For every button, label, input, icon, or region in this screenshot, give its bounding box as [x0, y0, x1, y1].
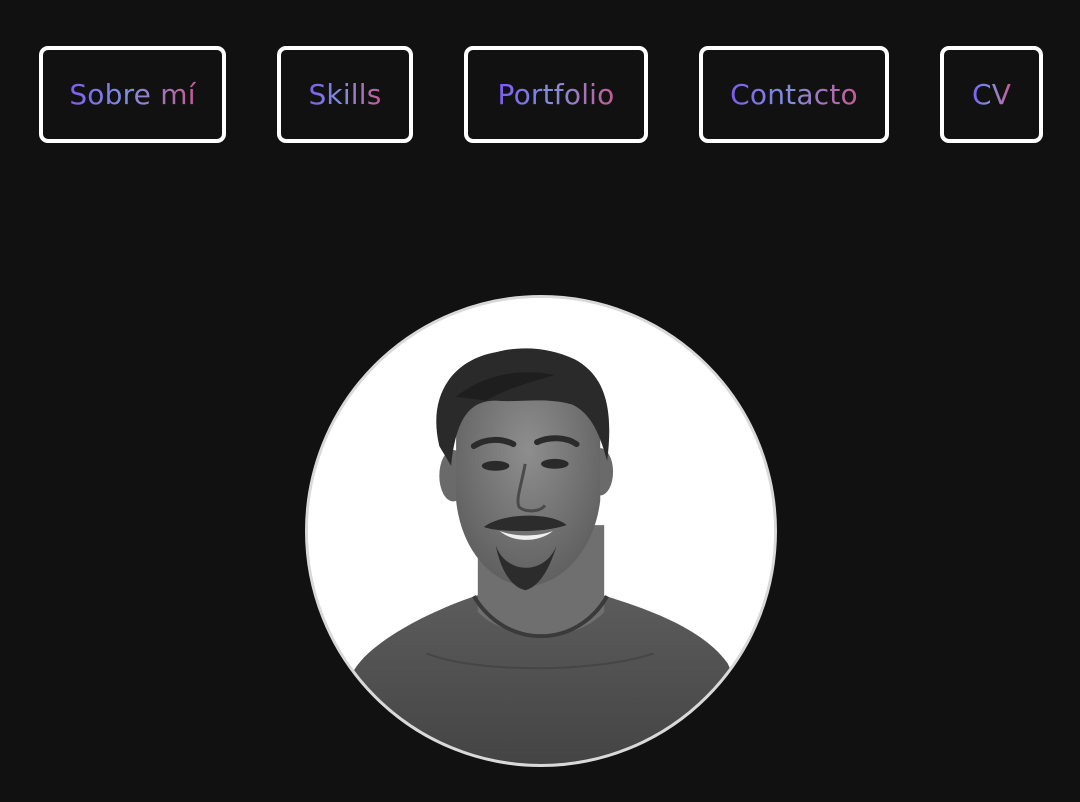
- nav-label-portfolio: Portfolio: [497, 77, 615, 111]
- top-navigation: Sobre mí Skills Portfolio Contacto CV: [0, 0, 1080, 190]
- nav-button-sobre-mi[interactable]: Sobre mí: [39, 46, 226, 143]
- nav-label-contacto: Contacto: [730, 77, 858, 111]
- nav-button-cv[interactable]: CV: [940, 46, 1043, 143]
- nav-button-portfolio[interactable]: Portfolio: [464, 46, 648, 143]
- profile-avatar: [305, 295, 777, 767]
- profile-photo-illustration: [308, 298, 774, 764]
- nav-label-skills: Skills: [308, 77, 382, 111]
- nav-button-contacto[interactable]: Contacto: [699, 46, 889, 143]
- nav-label-cv: CV: [971, 77, 1012, 111]
- nav-label-sobre-mi: Sobre mí: [69, 77, 196, 111]
- nav-button-skills[interactable]: Skills: [277, 46, 413, 143]
